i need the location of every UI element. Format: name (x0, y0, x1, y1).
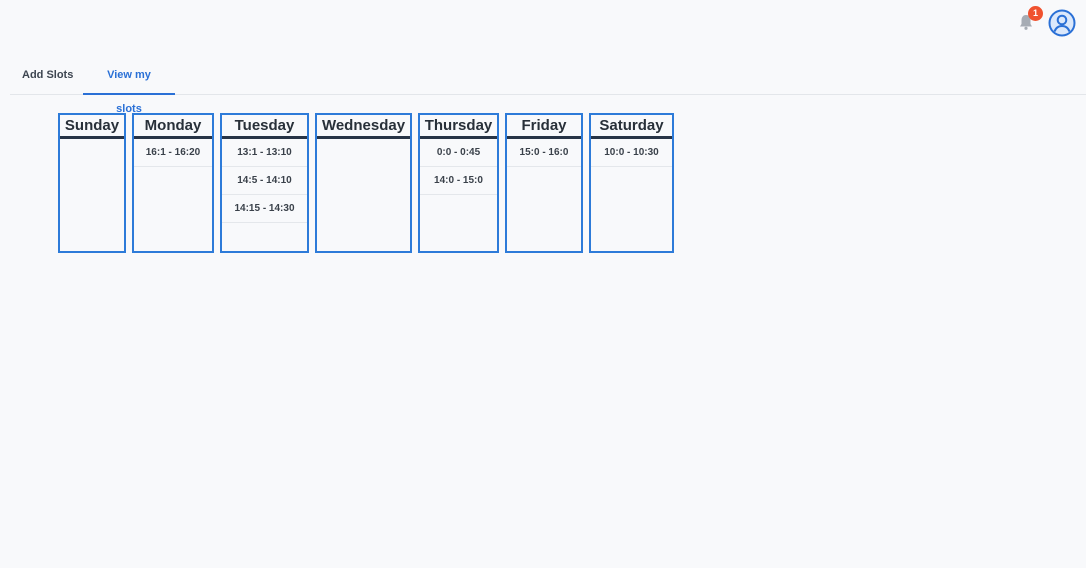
tab-bar: Add Slots View my slots (10, 58, 1086, 115)
day-column-wednesday: Wednesday (315, 113, 412, 253)
day-column-tuesday: Tuesday 13:1 - 13:10 14:5 - 14:10 14:15 … (220, 113, 309, 253)
time-slot[interactable]: 10:0 - 10:30 (591, 139, 672, 167)
top-bar: 1 (0, 0, 1086, 46)
day-column-thursday: Thursday 0:0 - 0:45 14:0 - 15:0 (418, 113, 499, 253)
time-slot[interactable]: 14:5 - 14:10 (222, 167, 307, 195)
time-slot[interactable]: 14:15 - 14:30 (222, 195, 307, 223)
day-column-monday: Monday 16:1 - 16:20 (132, 113, 214, 253)
tab-add-slots[interactable]: Add Slots (10, 58, 85, 95)
time-slot[interactable]: 0:0 - 0:45 (420, 139, 497, 167)
day-header: Thursday (420, 115, 497, 139)
day-header: Saturday (591, 115, 672, 139)
notification-badge: 1 (1028, 6, 1043, 21)
day-header: Sunday (60, 115, 124, 139)
day-header: Friday (507, 115, 581, 139)
time-slot[interactable]: 16:1 - 16:20 (134, 139, 212, 167)
day-header: Wednesday (317, 115, 410, 139)
day-header: Monday (134, 115, 212, 139)
user-avatar-icon[interactable] (1048, 9, 1076, 37)
day-column-sunday: Sunday (58, 113, 126, 253)
time-slot[interactable]: 13:1 - 13:10 (222, 139, 307, 167)
tab-view-my-slots[interactable]: View my slots (83, 58, 175, 115)
time-slot[interactable]: 14:0 - 15:0 (420, 167, 497, 195)
time-slot[interactable]: 15:0 - 16:0 (507, 139, 581, 167)
day-header: Tuesday (222, 115, 307, 139)
day-column-saturday: Saturday 10:0 - 10:30 (589, 113, 674, 253)
day-column-friday: Friday 15:0 - 16:0 (505, 113, 583, 253)
